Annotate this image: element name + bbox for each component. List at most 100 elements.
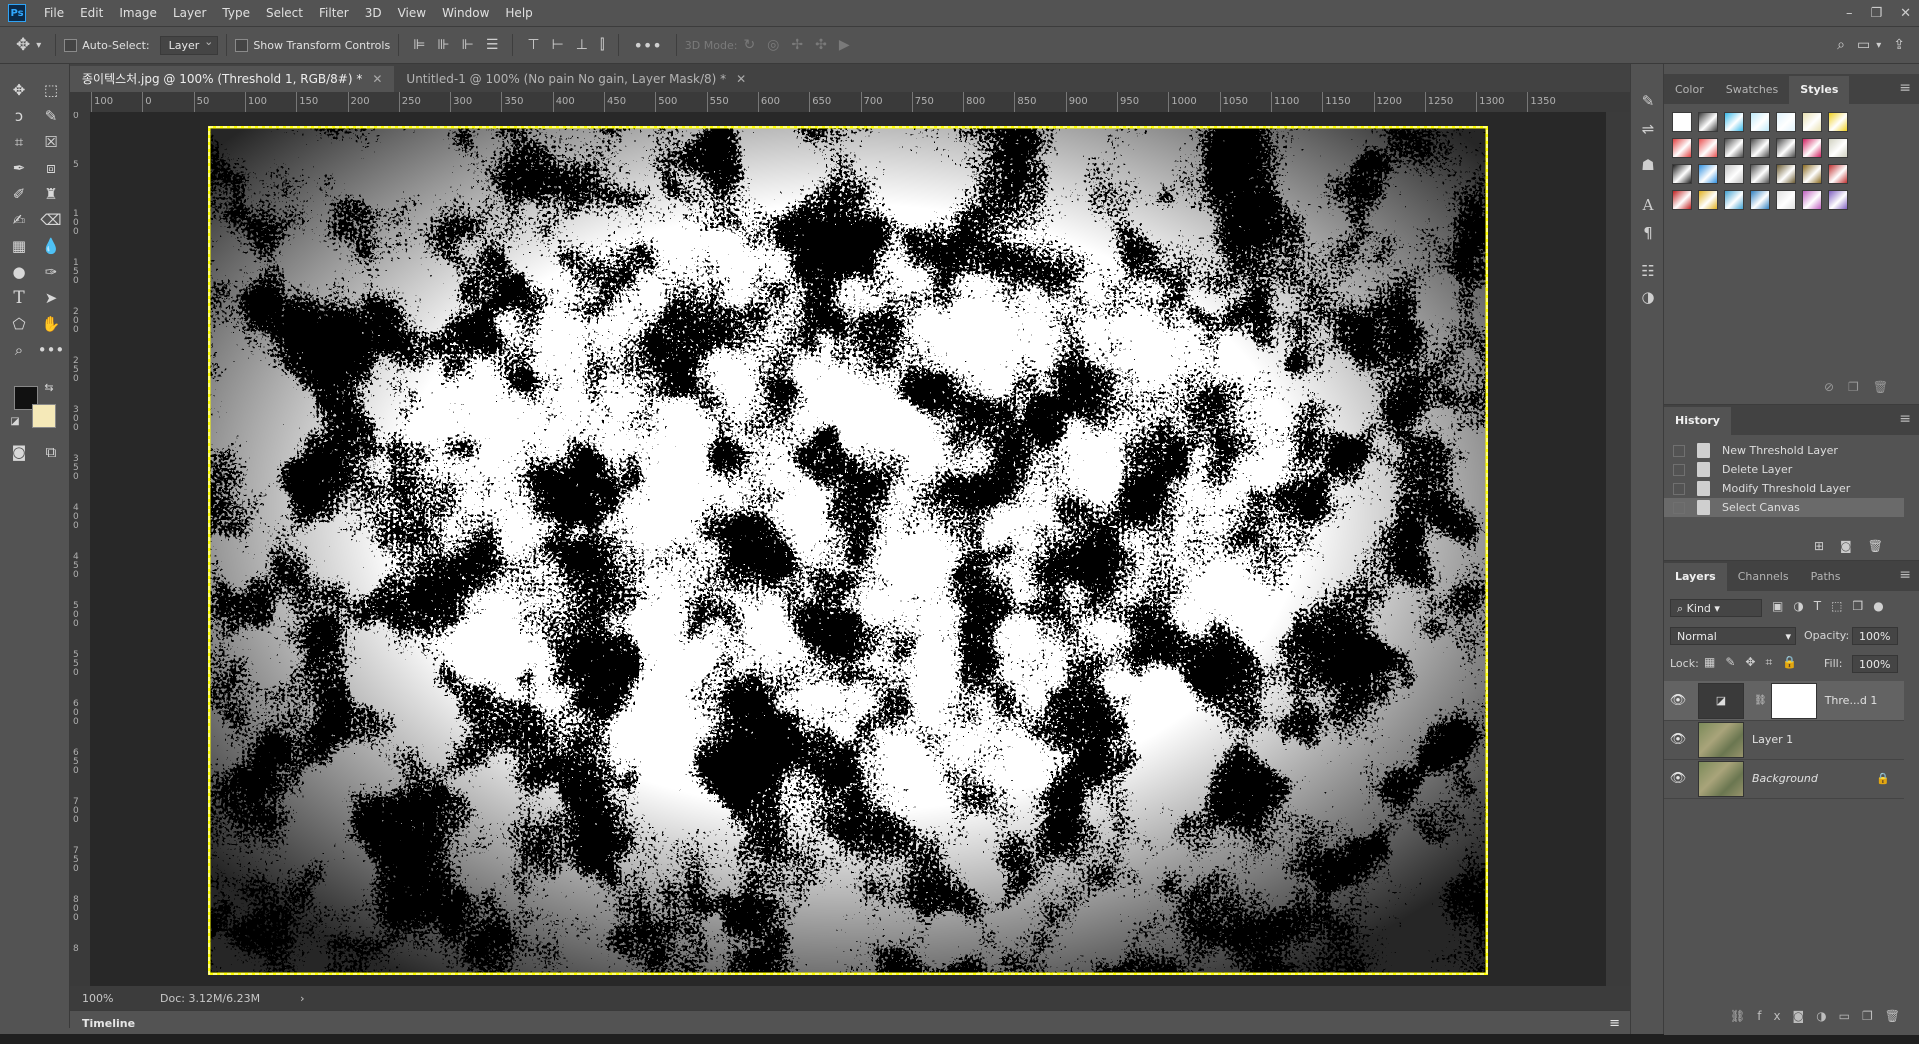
styles-footer-icons[interactable]: ⊘❐🗑 [1824, 380, 1902, 394]
history-checkbox[interactable] [1673, 463, 1685, 476]
orbit-3d-icon[interactable]: ↻ [743, 37, 755, 53]
close-icon[interactable]: ✕ [372, 72, 382, 86]
style-swatch[interactable] [1698, 164, 1718, 184]
style-swatch[interactable] [1672, 112, 1692, 132]
tab-paths[interactable]: Paths [1800, 563, 1852, 591]
slide-3d-icon[interactable]: ✣ [815, 37, 827, 53]
history-item[interactable]: Select Canvas [1664, 498, 1904, 517]
background-color-swatch[interactable] [32, 404, 56, 428]
minimize-button[interactable]: – [1846, 6, 1853, 21]
frame-tool-icon[interactable]: ☒ [38, 130, 64, 154]
history-brush-icon[interactable]: ✍ [6, 208, 32, 232]
style-swatch[interactable] [1802, 138, 1822, 158]
tab-document-texture[interactable]: 종이텍스처.jpg @ 100% (Threshold 1, RGB/8#) *… [70, 66, 395, 92]
history-footer-icons[interactable]: ⊞◙🗑 [1814, 539, 1899, 553]
style-swatch[interactable] [1776, 190, 1796, 210]
layers-footer-icons[interactable]: ⛓fx◙◑▭❐🗑 [1730, 1009, 1912, 1023]
vertical-ruler[interactable]: 0 5 1 0 0 1 5 0 2 0 0 2 5 0 3 0 0 3 5 0 4 0 0 4 5… [70, 112, 91, 986]
search-icon[interactable]: ⌕ [1837, 37, 1845, 53]
chevron-down-icon[interactable]: ▾ [1876, 40, 1881, 51]
menu-image[interactable]: Image [111, 0, 165, 26]
restore-button[interactable]: ❐ [1870, 6, 1882, 21]
menu-window[interactable]: Window [434, 0, 497, 26]
move-tool-icon[interactable]: ✥ [6, 78, 32, 102]
document-image[interactable] [208, 126, 1488, 975]
style-swatch[interactable] [1724, 138, 1744, 158]
align-center-icon[interactable]: ⊪ [437, 37, 449, 53]
brush-settings-icon[interactable]: ✎ [1639, 92, 1657, 110]
style-swatch[interactable] [1802, 112, 1822, 132]
blend-mode-dropdown[interactable]: Normal ▾ [1670, 627, 1796, 645]
distribute-vertical-icon[interactable]: ⫿ [600, 37, 604, 53]
zoom-tool-icon[interactable]: ⌕ [6, 338, 32, 362]
canvas-area[interactable] [90, 112, 1606, 986]
eye-icon[interactable]: 👁 [1664, 732, 1692, 747]
timeline-tab[interactable]: Timeline [82, 1017, 135, 1030]
menu-layer[interactable]: Layer [165, 0, 214, 26]
panel-menu-icon[interactable]: ≡ [1899, 80, 1911, 96]
pan-3d-icon[interactable]: ✢ [791, 37, 803, 53]
history-checkbox[interactable] [1673, 444, 1685, 457]
menu-3d[interactable]: 3D [357, 0, 390, 26]
style-swatch[interactable] [1698, 190, 1718, 210]
opacity-input[interactable]: 100% [1852, 627, 1898, 645]
shape-tool-icon[interactable]: ⬠ [6, 312, 32, 336]
layer-row[interactable]: 👁 ◪ ⛓ Thre...d 1 [1664, 681, 1904, 721]
tab-color[interactable]: Color [1664, 76, 1715, 104]
style-swatch[interactable] [1776, 164, 1796, 184]
layer-row[interactable]: 👁 Layer 1 [1664, 720, 1904, 760]
properties-icon[interactable]: ☷ [1639, 262, 1657, 280]
horizontal-ruler[interactable]: 100 0 50 100 150 200 250 300 350 400 450 500 550 600 6… [90, 92, 1630, 113]
adjustments-icon[interactable]: ⇌ [1639, 120, 1657, 138]
style-swatch[interactable] [1802, 164, 1822, 184]
share-icon[interactable]: ⇪ [1893, 37, 1905, 53]
layer-mask-thumbnail[interactable] [1770, 682, 1817, 719]
panel-menu-icon[interactable]: ≡ [1609, 1016, 1620, 1031]
style-swatch[interactable] [1672, 164, 1692, 184]
type-tool-icon[interactable]: T [6, 286, 32, 310]
layer-filter-icons[interactable]: ▣◑T⬚❒● [1772, 599, 1894, 613]
history-checkbox[interactable] [1673, 482, 1685, 495]
chain-link-icon[interactable]: ⛓ [1754, 695, 1767, 706]
style-swatch[interactable] [1828, 164, 1848, 184]
zoom-level[interactable]: 100% [82, 992, 142, 1005]
style-swatch[interactable] [1828, 190, 1848, 210]
eraser-tool-icon[interactable]: ⌫ [38, 208, 64, 232]
menu-help[interactable]: Help [497, 0, 540, 26]
canvas-scrollbar[interactable] [1606, 112, 1630, 986]
clone-source-icon[interactable]: ☗ [1639, 156, 1657, 174]
style-swatch[interactable] [1672, 138, 1692, 158]
swap-colors-icon[interactable]: ⇆ [42, 380, 56, 394]
gradient-tool-icon[interactable]: ▦ [6, 234, 32, 258]
show-transform-checkbox[interactable] [235, 38, 249, 52]
paragraph-icon[interactable]: ¶ [1639, 224, 1657, 242]
style-swatch[interactable] [1724, 164, 1744, 184]
tab-channels[interactable]: Channels [1727, 563, 1800, 591]
style-swatch[interactable] [1750, 190, 1770, 210]
history-item[interactable]: New Threshold Layer [1664, 441, 1904, 460]
style-swatch[interactable] [1698, 112, 1718, 132]
menu-file[interactable]: File [36, 0, 72, 26]
eye-icon[interactable]: 👁 [1664, 693, 1692, 708]
healing-tool-icon[interactable]: ⧈ [38, 156, 64, 180]
close-button[interactable]: ✕ [1900, 6, 1911, 21]
quick-mask-icon[interactable]: ◙ [6, 440, 32, 464]
align-right-icon[interactable]: ⊩ [462, 37, 474, 53]
color-wheel-icon[interactable]: ◑ [1639, 288, 1657, 306]
menu-type[interactable]: Type [214, 0, 258, 26]
style-swatch[interactable] [1698, 138, 1718, 158]
marquee-tool-icon[interactable]: ⬚ [38, 78, 64, 102]
status-arrow-icon[interactable]: › [300, 992, 304, 1005]
align-bottom-icon[interactable]: ⊥ [576, 37, 588, 53]
tab-styles[interactable]: Styles [1789, 76, 1850, 104]
dodge-tool-icon[interactable]: ● [6, 260, 32, 284]
stamp-tool-icon[interactable]: ♜ [38, 182, 64, 206]
style-swatch[interactable] [1750, 164, 1770, 184]
align-left-icon[interactable]: ⊫ [413, 37, 425, 53]
auto-select-checkbox[interactable] [64, 38, 78, 52]
menu-select[interactable]: Select [258, 0, 311, 26]
fill-input[interactable]: 100% [1852, 655, 1898, 673]
brush-tool-icon[interactable]: ✐ [6, 182, 32, 206]
tab-layers[interactable]: Layers [1664, 563, 1727, 591]
pen-tool-icon[interactable]: ✑ [38, 260, 64, 284]
